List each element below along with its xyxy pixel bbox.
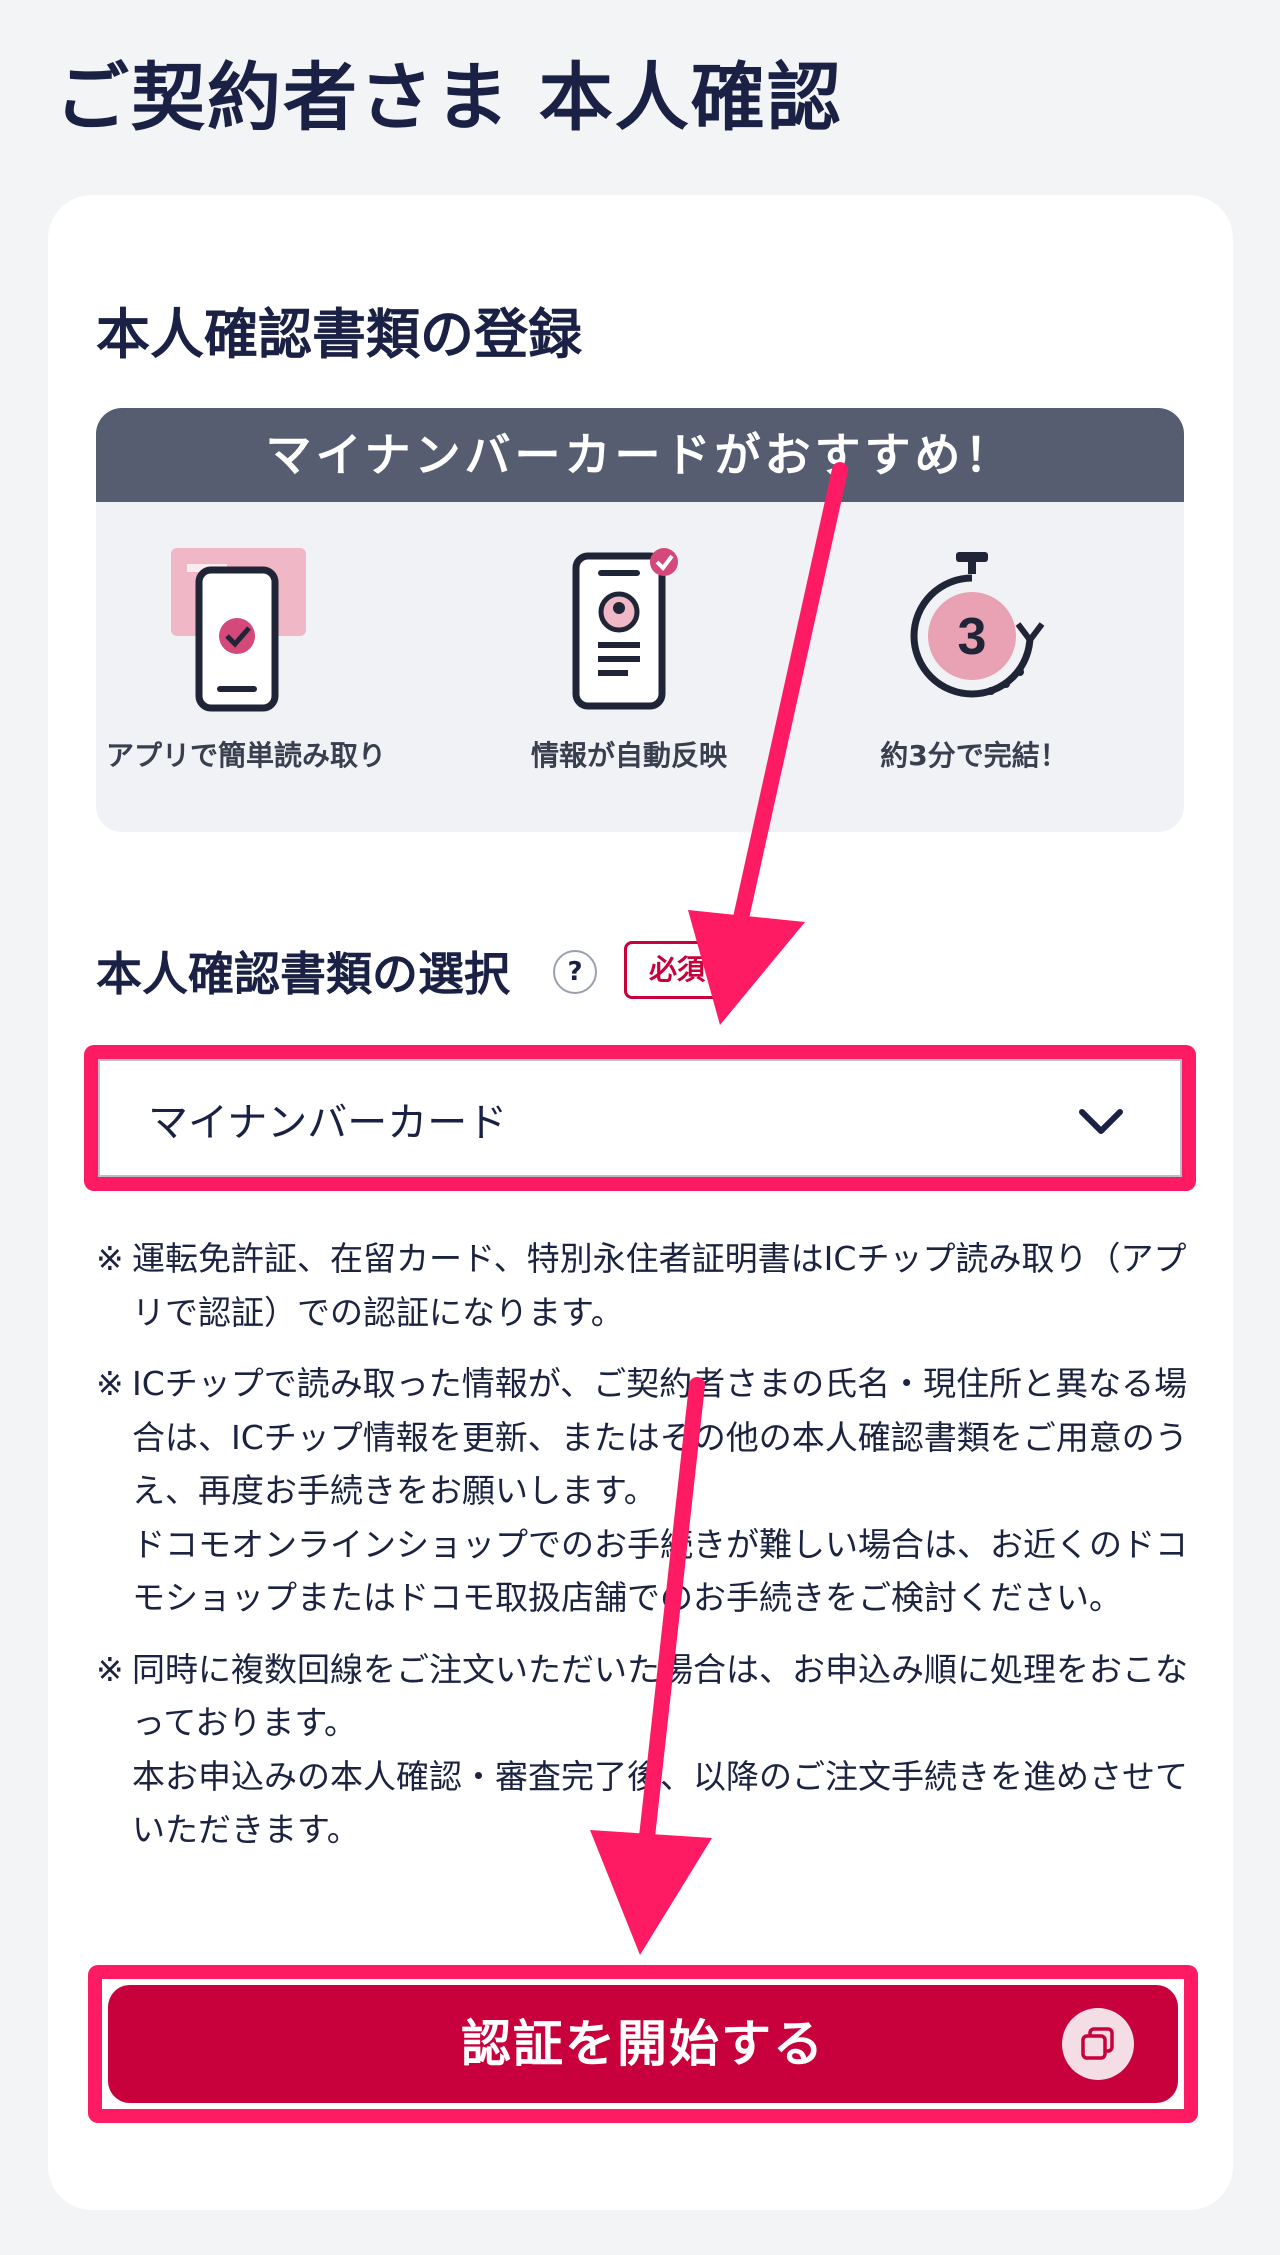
note-mark: ※	[96, 1649, 124, 1689]
chevron-down-icon	[1079, 1109, 1123, 1134]
note-item: ※ 同時に複数回線をご注文いただいた場合は、お申込み順に処理をおこなっております…	[96, 1643, 1196, 1857]
note-text: 本お申込みの本人確認・審査完了後、以降のご注文手続きを進めさせていただきます。	[132, 1756, 1188, 1850]
phone-card-scan-icon	[171, 548, 306, 712]
notes-list: ※ 運転免許証、在留カード、特別永住者証明書はICチップ読み取り（アプリで認証）…	[96, 1232, 1196, 1875]
required-badge: 必須	[624, 941, 734, 999]
feature-auto-fill: 情報が自動反映	[479, 548, 779, 774]
document-type-value: マイナンバーカード	[148, 1100, 508, 1146]
stopwatch-3-icon: 3	[910, 552, 1045, 698]
mynumber-promo-panel: マイナンバーカードがおすすめ！ アプリで簡単読み取り 情報が自動反映 3 約3分…	[96, 408, 1184, 832]
note-text: ドコモオンラインショップでのお手続きが難しい場合は、お近くのドコモショップまたは…	[132, 1524, 1188, 1618]
note-text: ICチップで読み取った情報が、ご契約者さまの氏名・現住所と異なる場合は、ICチッ…	[132, 1364, 1188, 1510]
start-verification-label: 認証を開始する	[461, 2015, 825, 2073]
page-title: ご契約者さま 本人確認	[55, 55, 843, 141]
help-icon[interactable]: ?	[553, 950, 597, 994]
note-text: 運転免許証、在留カード、特別永住者証明書はICチップ読み取り（アプリで認証）での…	[132, 1239, 1187, 1332]
registration-title: 本人確認書類の登録	[96, 303, 582, 366]
note-item: ※ 運転免許証、在留カード、特別永住者証明書はICチップ読み取り（アプリで認証）…	[96, 1232, 1196, 1339]
note-mark: ※	[96, 1364, 124, 1403]
promo-header: マイナンバーカードがおすすめ！	[96, 408, 1184, 502]
phone-profile-icon	[572, 548, 678, 710]
external-window-icon	[1062, 2008, 1134, 2080]
note-text: 同時に複数回線をご注文いただいた場合は、お申込み順に処理をおこなっております。	[132, 1649, 1188, 1743]
feature-three-minutes: 3 約3分で完結！	[824, 548, 1124, 774]
document-select-label: 本人確認書類の選択	[96, 947, 510, 1001]
note-item: ※ ICチップで読み取った情報が、ご契約者さまの氏名・現住所と異なる場合は、IC…	[96, 1357, 1196, 1625]
feature-label: 約3分で完結！	[880, 739, 1068, 772]
note-mark: ※	[96, 1239, 124, 1278]
svg-text:3: 3	[958, 608, 987, 666]
feature-label: 情報が自動反映	[530, 739, 727, 772]
feature-app-scan: アプリで簡単読み取り	[96, 548, 396, 774]
feature-label: アプリで簡単読み取り	[105, 739, 386, 772]
